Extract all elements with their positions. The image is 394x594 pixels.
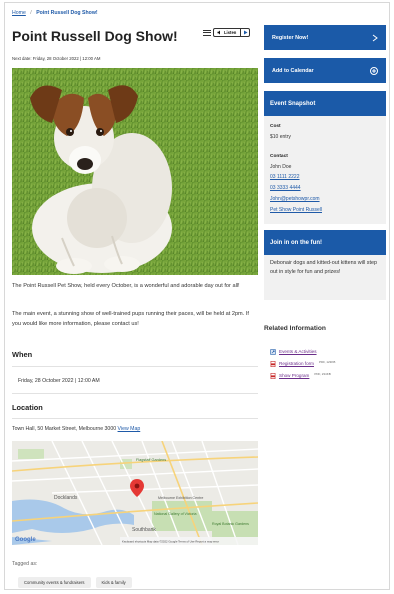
related-item-label: Registration form	[279, 361, 314, 366]
location-heading: Location	[12, 403, 43, 412]
calendar-label: Add to Calendar	[272, 67, 314, 74]
divider	[12, 418, 258, 419]
snapshot-heading: Event Snapshot	[264, 91, 386, 116]
map-label: National Gallery of Victoria	[154, 512, 196, 516]
pdf-icon	[270, 361, 276, 367]
map-label: Royal Botanic Gardens	[212, 522, 249, 526]
menu-icon[interactable]	[203, 29, 211, 37]
tag-kids-family[interactable]: Kids & family	[95, 577, 132, 588]
snapshot-panel: Cost $10 entry Contact John Doe 03 1111 …	[264, 116, 386, 224]
listen-label: Listen	[224, 30, 237, 35]
breadcrumb-separator: /	[30, 10, 32, 16]
cost-value: $10 entry	[270, 134, 291, 140]
play-icon[interactable]	[240, 29, 249, 36]
add-to-calendar-button[interactable]: Add to Calendar	[264, 58, 386, 83]
related-item[interactable]: Show Program PDF, 234KB	[270, 372, 331, 379]
tagged-label: Tagged as:	[12, 561, 38, 567]
divider	[12, 366, 258, 367]
map-brand: Google	[15, 537, 36, 543]
chevron-right-icon	[372, 34, 378, 41]
when-value: Friday, 28 October 2022 | 12:00 AM	[18, 378, 100, 384]
contact-name: John Doe	[270, 164, 292, 170]
pdf-icon	[270, 373, 276, 379]
cost-label: Cost	[270, 124, 281, 129]
phone-link[interactable]: 03 1111 2222	[270, 174, 299, 180]
when-heading: When	[12, 350, 33, 359]
page: Home / Point Russell Dog Show! Point Rus…	[0, 0, 394, 594]
register-button[interactable]: Register Now!	[264, 25, 386, 50]
website-link[interactable]: Pet Show Point Russell	[270, 207, 322, 213]
location-map[interactable]: Docklands Southbank Flagstaff Gardens Na…	[12, 441, 258, 545]
related-heading: Related Information	[264, 325, 326, 332]
contact-label: Contact	[270, 154, 288, 159]
tag-list: Community events & fundraisers Kids & fa…	[18, 577, 132, 588]
location-address: Town Hall, 50 Market Street, Melbourne 3…	[12, 426, 117, 432]
breadcrumb: Home / Point Russell Dog Show!	[12, 10, 98, 16]
related-item[interactable]: Events & Activities	[270, 349, 317, 355]
phone-link[interactable]: 03 3333 4444	[270, 185, 301, 191]
map-label: Docklands	[54, 495, 78, 501]
hero-image	[12, 68, 258, 275]
related-item-label: Show Program	[279, 373, 310, 378]
listen-button[interactable]: Listen	[213, 28, 251, 37]
location-address-line: Town Hall, 50 Market Street, Melbourne 3…	[12, 426, 140, 432]
tag-community[interactable]: Community events & fundraisers	[18, 577, 91, 588]
speaker-icon	[217, 30, 220, 35]
related-item-label: Events & Activities	[279, 349, 317, 354]
next-date: Next date: Friday, 28 October 2022 | 12:…	[12, 56, 101, 61]
breadcrumb-current[interactable]: Point Russell Dog Show!	[36, 10, 97, 16]
plus-circle-icon	[370, 66, 378, 75]
map-label: Melbourne Exhibition Centre	[158, 496, 203, 500]
listen-widget: Listen	[203, 28, 251, 37]
content-card: Home / Point Russell Dog Show! Point Rus…	[4, 2, 390, 590]
register-label: Register Now!	[272, 34, 309, 41]
description-paragraph: The Point Russell Pet Show, held every O…	[12, 283, 240, 289]
divider	[12, 393, 258, 394]
link-icon	[270, 349, 276, 355]
view-map-link[interactable]: View Map	[118, 426, 141, 432]
fun-heading: Join in on the fun!	[264, 230, 386, 255]
email-link[interactable]: John@petshowpr.com	[270, 196, 320, 202]
related-item-meta: PDF, 234KB	[314, 372, 331, 376]
page-title: Point Russell Dog Show!	[12, 28, 178, 44]
related-item[interactable]: Registration form PDF, 123KB	[270, 360, 336, 367]
map-attribution: Keyboard shortcuts Map data ©2022 Google…	[122, 540, 219, 544]
fun-text: Debonair dogs and kitted-out kittens wil…	[264, 255, 386, 300]
map-label: Southbank	[132, 527, 156, 533]
breadcrumb-home-link[interactable]: Home	[12, 10, 26, 16]
description-paragraph: The main event, a stunning show of well-…	[12, 311, 249, 327]
map-label: Flagstaff Gardens	[136, 458, 166, 462]
related-item-meta: PDF, 123KB	[318, 360, 336, 364]
